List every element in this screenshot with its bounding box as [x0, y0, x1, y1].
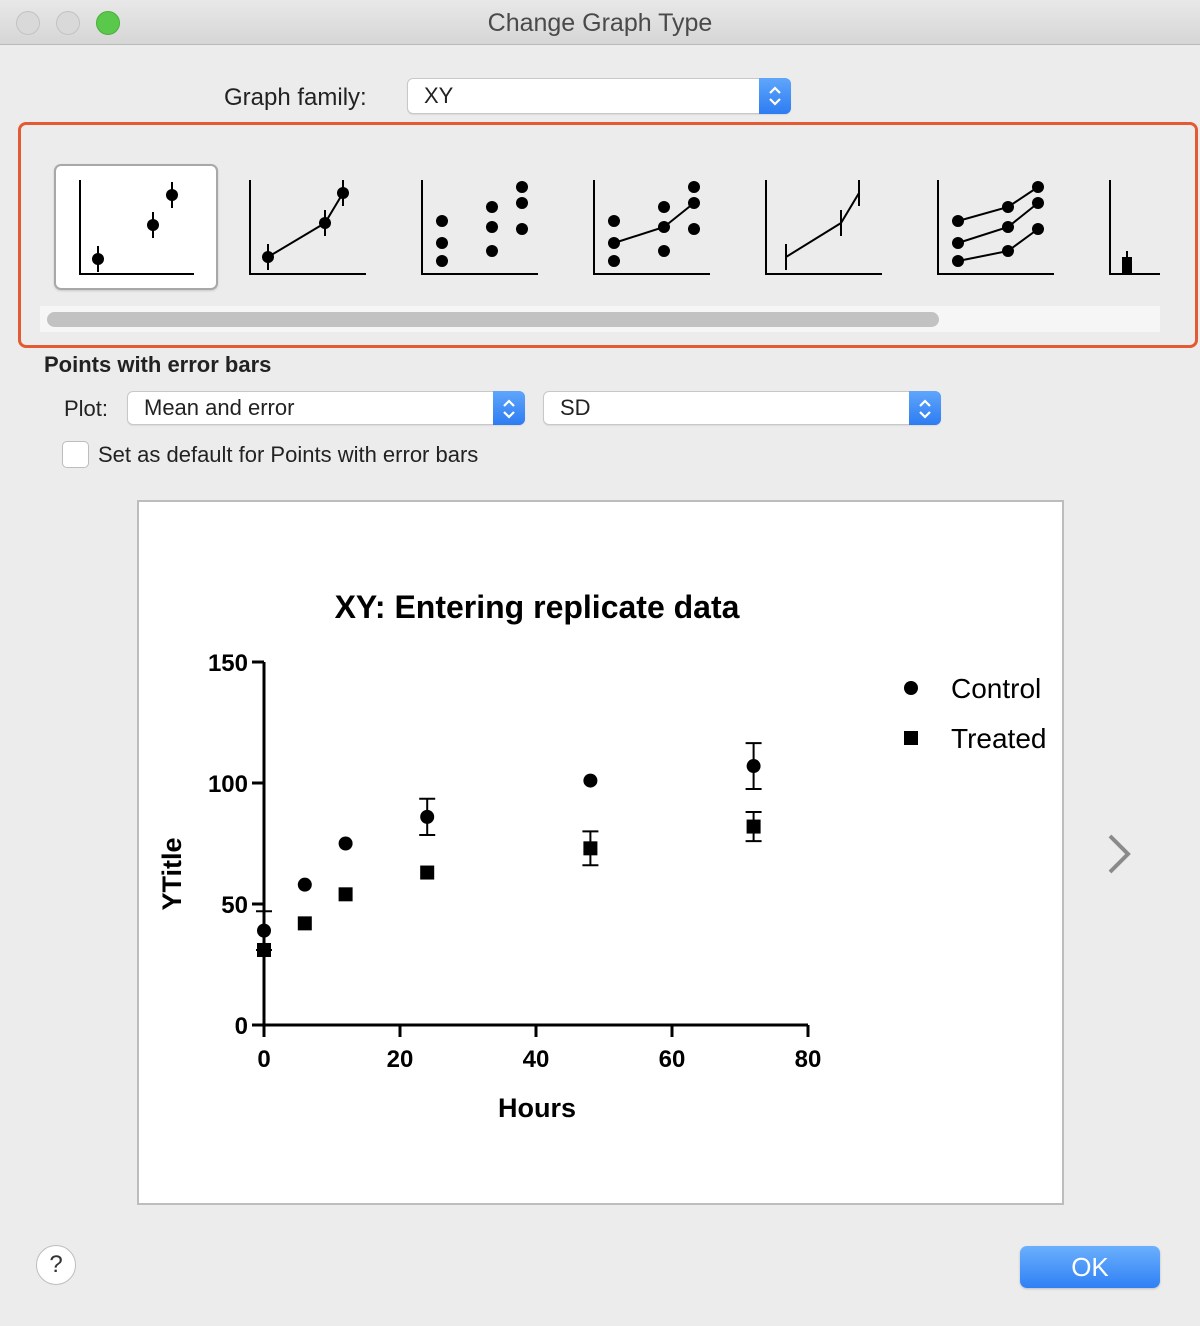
data-point-control [297, 877, 312, 892]
data-point-treated [297, 916, 312, 931]
y-tick-label: 50 [221, 892, 248, 919]
next-preview-chevron-icon[interactable] [1104, 832, 1134, 876]
data-point-control [257, 923, 271, 938]
legend-label: Control [951, 673, 1041, 704]
y-tick-label: 150 [208, 650, 248, 677]
each-replicate-icon [421, 180, 538, 275]
chart-plot-area: 0 20 40 60 80 0 50 100 150 [208, 650, 821, 1073]
connected-error-bars-icon [249, 180, 366, 275]
line-error-bars-icon [765, 180, 882, 275]
graph-type-points-error-bars[interactable] [54, 164, 218, 290]
error-type-select[interactable]: SD [543, 391, 941, 425]
graph-family-value: XY [424, 83, 454, 108]
y-tick-label: 100 [208, 771, 248, 798]
points-error-bars-icon [79, 180, 194, 275]
legend-marker-circle [904, 681, 918, 695]
up-down-arrows-icon [919, 399, 931, 419]
graph-family-stepper[interactable] [759, 78, 791, 114]
up-down-arrows-icon [503, 399, 515, 419]
gallery-scrollbar-thumb[interactable] [47, 312, 939, 327]
data-point-treated [746, 819, 761, 834]
plot-type-select[interactable]: Mean and error [127, 391, 525, 425]
y-tick-label: 0 [235, 1013, 248, 1040]
data-point-treated [420, 865, 435, 880]
x-tick-label: 80 [795, 1046, 822, 1073]
plot-label: Plot: [64, 396, 109, 421]
replicate-connect-mean-icon [593, 180, 710, 275]
window-title: Change Graph Type [487, 9, 713, 37]
plot-type-stepper[interactable] [493, 391, 525, 425]
graph-type-line-error-bars[interactable] [742, 164, 906, 290]
bar-graph-icon [1109, 180, 1160, 275]
x-tick-label: 20 [387, 1046, 414, 1073]
data-point-control [746, 759, 761, 774]
error-type-stepper[interactable] [909, 391, 941, 425]
data-point-treated [338, 887, 353, 902]
chart-legend: Control Treated [904, 673, 1046, 754]
x-tick-label: 0 [257, 1046, 270, 1073]
error-type-value: SD [560, 395, 591, 420]
data-point-treated [583, 841, 598, 856]
data-point-control [420, 809, 435, 824]
help-button[interactable]: ? [36, 1245, 76, 1285]
graph-type-each-replicate[interactable] [398, 164, 562, 290]
graph-family-select[interactable]: XY [407, 78, 791, 114]
graph-family-label: Graph family: [224, 84, 367, 111]
chart-x-label: Hours [498, 1093, 576, 1123]
graph-type-bar[interactable] [1086, 164, 1160, 290]
data-point-control [583, 773, 598, 788]
set-default-label[interactable]: Set as default for Points with error bar… [98, 442, 478, 468]
legend-label: Treated [951, 723, 1046, 754]
set-default-checkbox[interactable] [62, 441, 89, 468]
x-tick-label: 40 [523, 1046, 550, 1073]
graph-type-gallery[interactable] [40, 160, 1160, 295]
up-down-arrows-icon [769, 86, 781, 106]
graph-preview: XY: Entering replicate data Hours YTitle… [137, 500, 1064, 1205]
gallery-scrollbar[interactable] [40, 306, 1160, 332]
plot-type-value: Mean and error [144, 395, 295, 420]
x-tick-label: 60 [659, 1046, 686, 1073]
chart-title: XY: Entering replicate data [335, 589, 740, 625]
data-point-treated [257, 942, 271, 957]
replicate-lines-icon [937, 180, 1054, 275]
title-bar: Change Graph Type [0, 0, 1200, 45]
ok-button[interactable]: OK [1020, 1246, 1160, 1288]
graph-type-replicate-lines[interactable] [914, 164, 1078, 290]
data-point-control [338, 836, 353, 851]
graph-type-connected-error-bars[interactable] [226, 164, 390, 290]
chart-y-label: YTitle [157, 837, 187, 910]
preview-chart: XY: Entering replicate data Hours YTitle… [157, 589, 1046, 1123]
legend-marker-square [904, 731, 918, 745]
graph-type-replicate-connect-mean[interactable] [570, 164, 734, 290]
section-title: Points with error bars [44, 352, 272, 377]
